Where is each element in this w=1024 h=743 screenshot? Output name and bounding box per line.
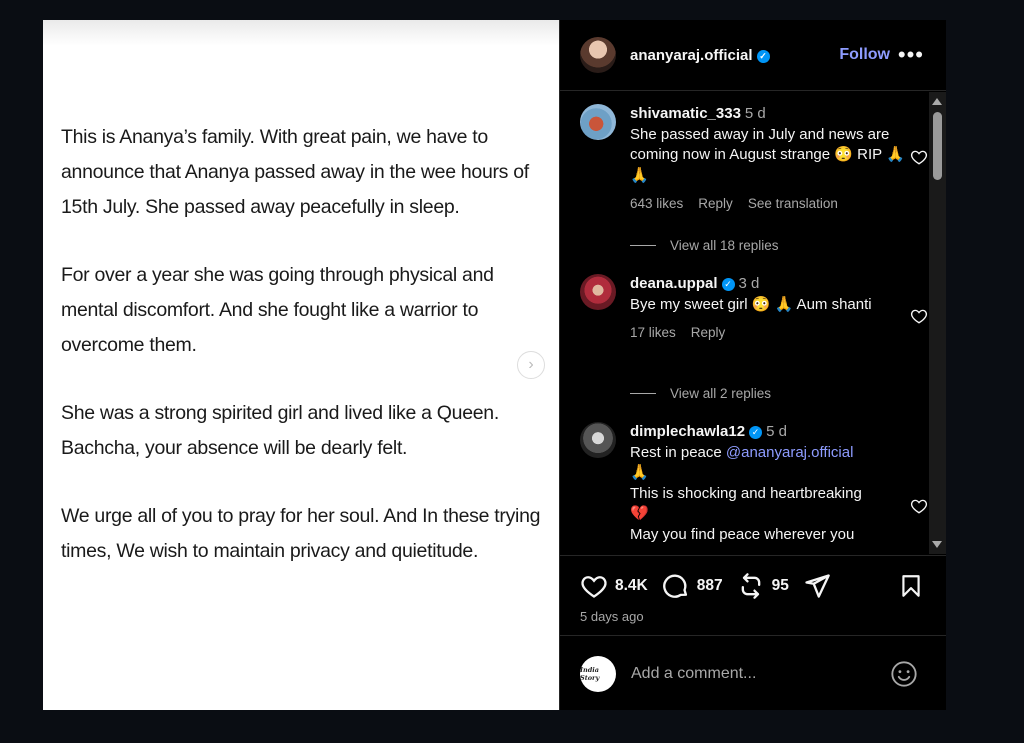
comment-time: 5 d: [744, 105, 766, 122]
like-count[interactable]: 8.4K: [615, 577, 648, 595]
comment-icon[interactable]: [662, 572, 690, 600]
comment-input[interactable]: Add a comment...: [631, 665, 756, 683]
post-modal: This is Ananya’s family. With great pain…: [43, 20, 946, 710]
image-top-edge: [43, 20, 559, 46]
view-replies-button[interactable]: View all 18 replies: [630, 238, 779, 253]
comment-username[interactable]: dimplechawla12: [630, 423, 745, 440]
comment-meta: 17 likes Reply: [630, 325, 910, 340]
repost-button[interactable]: 95: [737, 572, 789, 600]
add-comment-bar: India Story Add a comment...: [560, 635, 946, 711]
heart-icon[interactable]: [910, 497, 928, 515]
bookmark-icon[interactable]: [898, 573, 924, 599]
comment-time: 3 d: [738, 275, 760, 292]
reply-button[interactable]: Reply: [698, 196, 733, 211]
post-paragraph: She was a strong spirited girl and lived…: [61, 402, 499, 459]
verified-icon: ✓: [721, 277, 735, 291]
comment-meta: 643 likes Reply See translation: [630, 196, 910, 211]
comment-body: deana.uppal ✓ 3 d Bye my sweet girl 😳 🙏 Au…: [630, 274, 910, 315]
see-translation-button[interactable]: See translation: [748, 196, 838, 211]
comment-text: She passed away in July and news are com…: [630, 125, 905, 184]
chevron-right-icon: ›: [528, 356, 534, 373]
view-replies-button[interactable]: View all 2 replies: [630, 386, 771, 401]
post-paragraph: For over a year she was going through ph…: [61, 264, 494, 356]
verified-icon: ✓: [749, 425, 763, 439]
comment-body: dimplechawla12 ✓ 5 d Rest in peace @ananya…: [630, 422, 910, 545]
heart-icon[interactable]: [910, 148, 928, 166]
comment-username[interactable]: shivamatic_333: [630, 105, 741, 122]
more-options-icon[interactable]: •••: [898, 42, 924, 68]
heart-icon[interactable]: [910, 307, 928, 325]
comment: deana.uppal ✓ 3 d Bye my sweet girl 😳 🙏 Au…: [580, 274, 928, 340]
action-row: 8.4K 887 95: [580, 572, 845, 600]
verified-icon: ✓: [756, 49, 770, 63]
like-button[interactable]: 8.4K: [580, 572, 648, 600]
scroll-down-icon[interactable]: [932, 541, 942, 548]
comment-body: shivamatic_333 5 d She passed away in Jul…: [630, 104, 910, 186]
emoji-icon[interactable]: [890, 660, 918, 688]
heart-icon[interactable]: [580, 572, 608, 600]
comment-text: Rest in peace: [630, 443, 726, 461]
divider: [630, 393, 656, 394]
avatar[interactable]: [580, 37, 616, 73]
post-image: This is Ananya’s family. With great pain…: [43, 20, 559, 710]
avatar[interactable]: [580, 104, 616, 140]
send-icon[interactable]: [803, 572, 831, 600]
follow-button[interactable]: Follow: [839, 46, 890, 64]
comment-likes[interactable]: 643 likes: [630, 196, 683, 211]
comment-username[interactable]: deana.uppal: [630, 275, 718, 292]
post-header: ananyaraj.official ✓ Follow •••: [560, 20, 946, 91]
repost-count[interactable]: 95: [772, 577, 789, 595]
post-actions: 8.4K 887 95 5 days ago: [560, 555, 946, 636]
view-replies-label[interactable]: View all 18 replies: [670, 238, 779, 253]
post-paragraph: This is Ananya’s family. With great pain…: [61, 126, 529, 218]
view-replies-label[interactable]: View all 2 replies: [670, 386, 771, 401]
post-author-name[interactable]: ananyaraj.official: [630, 47, 753, 64]
avatar[interactable]: [580, 274, 616, 310]
comment-text: 💔: [630, 505, 649, 522]
repost-icon[interactable]: [737, 572, 765, 600]
post-author[interactable]: ananyaraj.official ✓: [630, 47, 770, 64]
comment-button[interactable]: 887: [662, 572, 723, 600]
scroll-up-icon[interactable]: [932, 98, 942, 105]
comment-text: 🙏: [630, 464, 649, 481]
divider: [630, 245, 656, 246]
comment-text: May you find peace wherever you: [630, 525, 855, 543]
comment-text: This is shocking and heartbreaking: [630, 484, 862, 502]
avatar[interactable]: [580, 422, 616, 458]
post-sidebar: ananyaraj.official ✓ Follow ••• shivamati…: [559, 20, 946, 710]
comment-count[interactable]: 887: [697, 577, 723, 595]
comment-text: Bye my sweet girl 😳 🙏 Aum shanti: [630, 295, 872, 313]
next-image-button[interactable]: ›: [517, 351, 545, 379]
reply-button[interactable]: Reply: [691, 325, 726, 340]
post-paragraph: We urge all of you to pray for her soul.…: [61, 505, 541, 562]
comments-scrollbar[interactable]: [929, 92, 946, 554]
comment: shivamatic_333 5 d She passed away in Jul…: [580, 104, 928, 211]
post-date: 5 days ago: [580, 609, 644, 624]
comments-list: shivamatic_333 5 d She passed away in Jul…: [560, 90, 946, 555]
mention-link[interactable]: @ananyaraj.official: [726, 444, 854, 461]
avatar: India Story: [580, 655, 616, 692]
share-button[interactable]: [803, 572, 831, 600]
scroll-thumb[interactable]: [933, 112, 942, 180]
comment: dimplechawla12 ✓ 5 d Rest in peace @ananya…: [580, 422, 928, 545]
comment-likes[interactable]: 17 likes: [630, 325, 676, 340]
comment-time: 5 d: [766, 423, 787, 440]
post-image-text: This is Ananya’s family. With great pain…: [61, 120, 551, 602]
